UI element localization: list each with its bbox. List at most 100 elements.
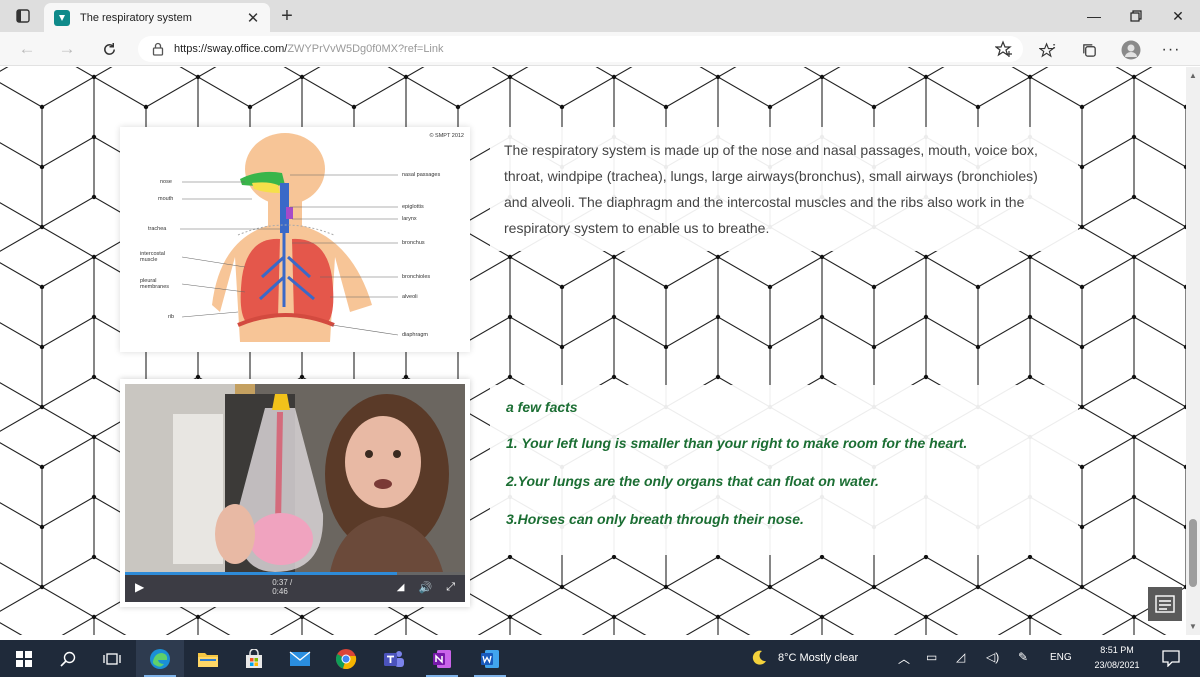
lock-icon: [152, 42, 164, 56]
settings-more-button[interactable]: ···: [1160, 39, 1182, 61]
taskbar-edge[interactable]: [136, 640, 184, 677]
diagram-label-right: diaphragm: [402, 332, 428, 338]
collections-button[interactable]: [1078, 39, 1100, 61]
diagram-label-left: nose: [160, 179, 172, 185]
fact-item: 2.Your lungs are the only organs that ca…: [506, 473, 879, 489]
refresh-icon: [103, 42, 115, 55]
browser-toolbar: ← → https://sway.office.com/ZWYPrVvW5Dg0…: [0, 32, 1200, 66]
store-bag-icon: [246, 648, 262, 668]
mail-icon: [289, 650, 311, 666]
browser-tab-active[interactable]: The respiratory system ✕: [44, 3, 270, 32]
video-time: 0:37 / 0:46: [272, 578, 293, 596]
taskbar-onenote[interactable]: [418, 640, 466, 677]
fact-item: 3.Horses can only breath through their n…: [506, 511, 804, 527]
scroll-thumb[interactable]: [1189, 519, 1197, 587]
intro-text-panel: The respiratory system is made up of the…: [490, 127, 1078, 251]
notifications-icon[interactable]: [1162, 650, 1180, 667]
diagram-label-left: rib: [168, 314, 175, 320]
restore-icon: [1130, 10, 1142, 22]
facts-heading: a few facts: [506, 399, 578, 415]
url-text: https://sway.office.com/ZWYPrVvW5Dg0f0MX…: [174, 43, 444, 55]
close-window-button[interactable]: ✕: [1156, 0, 1200, 32]
taskbar-store[interactable]: [230, 640, 278, 677]
respiratory-diagram-card[interactable]: © SMPT 2012 nose mouth trachea intercost…: [120, 127, 470, 352]
onedrive-icon[interactable]: ▭: [926, 650, 937, 664]
add-favorite-icon[interactable]: [995, 40, 1013, 58]
video-player[interactable]: ▶ 0:37 / 0:46 ◢ 🔊 ⤢: [125, 384, 465, 602]
folder-icon: [198, 652, 218, 667]
tab-actions-button[interactable]: [10, 5, 36, 27]
tab-title: The respiratory system: [80, 11, 192, 24]
search-button[interactable]: [44, 640, 92, 677]
video-thumbnail: [125, 384, 465, 572]
minimize-button[interactable]: —: [1072, 0, 1116, 32]
play-icon[interactable]: ▶: [135, 580, 144, 594]
page-scrollbar[interactable]: ▲ ▼: [1186, 67, 1200, 635]
video-progress-fill: [125, 572, 397, 575]
network-icon[interactable]: ◿: [956, 650, 965, 664]
clock-time: 8:51 PM: [1100, 645, 1134, 655]
windows-taskbar: 8°C Mostly clear ︿ ▭ ◿ ◁) ✎ ENG 8:51 PM …: [0, 640, 1200, 677]
favorites-button[interactable]: [1036, 39, 1058, 61]
taskbar-clock[interactable]: 8:51 PM 23/08/2021: [1086, 643, 1148, 673]
sway-navigation-button[interactable]: [1148, 587, 1182, 621]
navigation-list-icon: [1155, 595, 1175, 613]
volume-icon[interactable]: ◁): [986, 650, 999, 664]
taskbar-file-explorer[interactable]: [184, 640, 232, 677]
diagram-label-right: larynx: [402, 216, 417, 222]
word-icon: [481, 649, 499, 668]
taskbar-word[interactable]: [466, 640, 514, 677]
quality-icon[interactable]: ◢: [397, 582, 405, 593]
tab-close-icon[interactable]: ✕: [242, 7, 264, 29]
onenote-icon: [433, 649, 451, 668]
weather-moon-icon[interactable]: [750, 649, 768, 667]
search-icon: [60, 651, 76, 667]
chrome-icon: [335, 648, 357, 669]
video-controls: ▶ 0:37 / 0:46 ◢ 🔊 ⤢: [125, 572, 465, 602]
avatar: [1121, 40, 1141, 60]
start-button[interactable]: [0, 640, 48, 677]
intro-paragraph: The respiratory system is made up of the…: [504, 142, 1038, 236]
diagram-label-left: trachea: [148, 226, 167, 232]
scroll-down-icon[interactable]: ▼: [1188, 622, 1198, 631]
taskbar-teams[interactable]: [370, 640, 418, 677]
sway-page[interactable]: © SMPT 2012 nose mouth trachea intercost…: [0, 67, 1200, 635]
refresh-button[interactable]: [96, 37, 122, 61]
edge-icon: [150, 648, 170, 669]
diagram-label-right: alveoli: [402, 294, 418, 300]
task-view-button[interactable]: [88, 640, 136, 677]
video-progress-bar[interactable]: [125, 572, 465, 575]
diagram-label-right: epiglottis: [402, 204, 424, 210]
facts-panel: a few facts 1. Your left lung is smaller…: [490, 385, 1078, 555]
back-button[interactable]: ←: [14, 37, 40, 61]
scroll-up-icon[interactable]: ▲: [1188, 71, 1198, 80]
task-view-icon: [103, 652, 121, 665]
language-indicator[interactable]: ENG: [1050, 652, 1072, 663]
taskbar-chrome[interactable]: [322, 640, 370, 677]
taskbar-mail[interactable]: [276, 640, 324, 677]
new-tab-button[interactable]: +: [275, 5, 299, 27]
address-bar[interactable]: https://sway.office.com/ZWYPrVvW5Dg0f0MX…: [138, 36, 1023, 62]
diagram-label-right: nasal passages: [402, 172, 441, 178]
collections-icon: [1082, 43, 1096, 57]
favorites-icon: [1038, 41, 1055, 58]
profile-button[interactable]: [1120, 39, 1142, 61]
fullscreen-icon[interactable]: ⤢: [446, 581, 455, 594]
browser-titlebar: The respiratory system ✕ + — ✕: [0, 0, 1200, 32]
diagram-label-right: bronchioles: [402, 274, 431, 280]
maximize-button[interactable]: [1114, 0, 1158, 32]
diagram-copyright: © SMPT 2012: [429, 133, 464, 139]
weather-text[interactable]: 8°C Mostly clear: [778, 652, 858, 664]
volume-icon[interactable]: 🔊: [418, 581, 432, 594]
tab-actions-icon: [16, 9, 30, 23]
show-hidden-icons-chevron-icon[interactable]: ︿: [898, 650, 910, 667]
clock-date: 23/08/2021: [1094, 660, 1140, 670]
pen-icon[interactable]: ✎: [1018, 650, 1028, 664]
video-card[interactable]: ▶ 0:37 / 0:46 ◢ 🔊 ⤢: [120, 379, 470, 607]
more-icon: ···: [1161, 41, 1181, 58]
diagram-label-left: intercostal muscle: [140, 251, 166, 263]
teams-icon: [384, 650, 404, 667]
forward-button[interactable]: →: [54, 37, 80, 61]
diagram-label-left: mouth: [158, 196, 174, 202]
fact-item: 1. Your left lung is smaller than your r…: [506, 435, 968, 451]
